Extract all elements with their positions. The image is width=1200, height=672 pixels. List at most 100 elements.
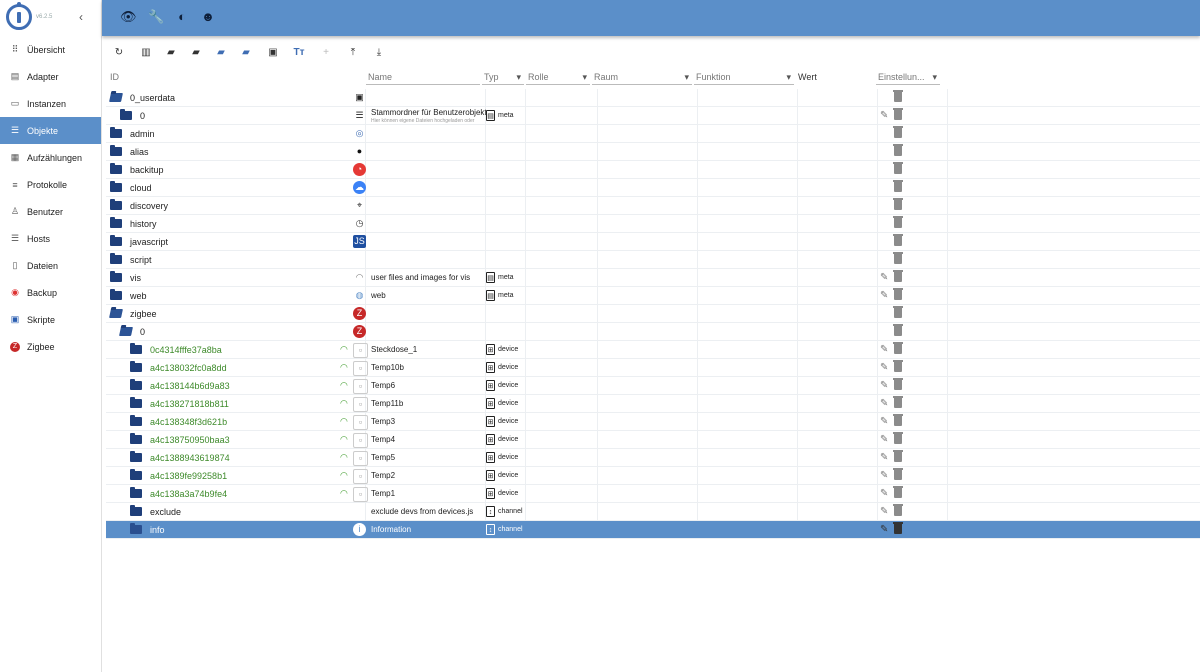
- delete-icon[interactable]: [893, 432, 903, 444]
- table-row[interactable]: 0_userdata ▣: [106, 89, 1200, 107]
- object-id[interactable]: backitup: [130, 161, 164, 179]
- chevron-left-icon[interactable]: ‹: [79, 10, 83, 24]
- sidebar-item-übersicht[interactable]: ⠿ Übersicht: [0, 36, 101, 63]
- object-id[interactable]: a4c138750950baa3: [150, 431, 230, 449]
- expert-mode-icon[interactable]: ☻: [201, 10, 215, 24]
- column-einstellungen[interactable]: Einstellun...: [876, 69, 940, 85]
- delete-icon[interactable]: [893, 468, 903, 480]
- column-raum[interactable]: Raum: [592, 69, 692, 85]
- table-row[interactable]: backitup ◔: [106, 161, 1200, 179]
- table-row[interactable]: a4c1389fe99258b1 ◠ ▫ Temp2 ⊞ device ✎: [106, 467, 1200, 485]
- object-id[interactable]: a4c1389fe99258b1: [150, 467, 227, 485]
- sidebar-item-dateien[interactable]: ▯ Dateien: [0, 252, 101, 279]
- object-id[interactable]: discovery: [130, 197, 168, 215]
- upload-icon[interactable]: ⤒: [347, 46, 359, 60]
- folder-icon[interactable]: [110, 217, 122, 228]
- object-id[interactable]: admin: [130, 125, 155, 143]
- delete-icon[interactable]: [893, 180, 903, 192]
- folder-open-icon[interactable]: [119, 327, 133, 336]
- object-id[interactable]: 0: [140, 107, 145, 125]
- edit-icon[interactable]: ✎: [880, 110, 888, 121]
- column-typ[interactable]: Typ: [482, 69, 524, 85]
- folder-icon[interactable]: [110, 181, 122, 192]
- sidebar-item-benutzer[interactable]: ♙ Benutzer: [0, 198, 101, 225]
- sidebar-item-hosts[interactable]: ☰ Hosts: [0, 225, 101, 252]
- columns-icon[interactable]: ▥: [140, 46, 152, 60]
- folder-icon[interactable]: [130, 451, 142, 462]
- table-row[interactable]: a4c138750950baa3 ◠ ▫ Temp4 ⊞ device ✎: [106, 431, 1200, 449]
- delete-icon[interactable]: [893, 126, 903, 138]
- folder-icon[interactable]: [110, 235, 122, 246]
- folder-icon[interactable]: [130, 505, 142, 516]
- table-row[interactable]: web ◍ web ▤ meta ✎: [106, 287, 1200, 305]
- folder-icon[interactable]: [130, 397, 142, 408]
- object-id[interactable]: zigbee: [130, 305, 157, 323]
- edit-icon[interactable]: ✎: [880, 416, 888, 427]
- object-id[interactable]: a4c138348f3d621b: [150, 413, 227, 431]
- table-row[interactable]: javascript JS: [106, 233, 1200, 251]
- object-id[interactable]: 0: [140, 323, 145, 341]
- table-row[interactable]: a4c1388943619874 ◠ ▫ Temp5 ⊞ device ✎: [106, 449, 1200, 467]
- folder-icon[interactable]: [110, 253, 122, 264]
- delete-icon[interactable]: [893, 450, 903, 462]
- delete-icon[interactable]: [893, 342, 903, 354]
- wrench-icon[interactable]: 🔧: [148, 10, 164, 24]
- delete-icon[interactable]: [893, 216, 903, 228]
- sidebar-item-instanzen[interactable]: ▭ Instanzen: [0, 90, 101, 117]
- edit-icon[interactable]: ✎: [880, 290, 888, 301]
- column-wert[interactable]: Wert: [796, 69, 874, 85]
- edit-icon[interactable]: ✎: [880, 452, 888, 463]
- table-row[interactable]: a4c138271818b811 ◠ ▫ Temp11b ⊞ device ✎: [106, 395, 1200, 413]
- folder-icon[interactable]: [110, 289, 122, 300]
- edit-icon[interactable]: ✎: [880, 506, 888, 517]
- object-id[interactable]: web: [130, 287, 147, 305]
- add-icon[interactable]: +: [320, 46, 332, 60]
- folder-icon[interactable]: [110, 127, 122, 138]
- sidebar-item-backup[interactable]: ◉ Backup: [0, 279, 101, 306]
- delete-icon[interactable]: [893, 486, 903, 498]
- table-row[interactable]: info i Information ↕ channel ✎: [106, 521, 1200, 539]
- delete-icon[interactable]: [893, 90, 903, 102]
- table-row[interactable]: vis ◠ user files and images for vis ▤ meta ✎: [106, 269, 1200, 287]
- edit-icon[interactable]: ✎: [880, 524, 888, 535]
- folder-icon[interactable]: [110, 145, 122, 156]
- delete-icon[interactable]: [893, 234, 903, 246]
- folder-icon[interactable]: [130, 415, 142, 426]
- edit-icon[interactable]: ✎: [880, 398, 888, 409]
- delete-icon[interactable]: [893, 288, 903, 300]
- table-row[interactable]: a4c138348f3d621b ◠ ▫ Temp3 ⊞ device ✎: [106, 413, 1200, 431]
- delete-icon[interactable]: [893, 252, 903, 264]
- edit-icon[interactable]: ✎: [880, 380, 888, 391]
- sidebar-item-zigbee[interactable]: Z Zigbee: [0, 333, 101, 360]
- table-row[interactable]: a4c138032fc0a8dd ◠ ▫ Temp10b ⊞ device ✎: [106, 359, 1200, 377]
- table-row[interactable]: discovery ⌖: [106, 197, 1200, 215]
- table-row[interactable]: cloud ☁: [106, 179, 1200, 197]
- object-id[interactable]: a4c138032fc0a8dd: [150, 359, 227, 377]
- download-icon[interactable]: ⤓: [373, 46, 385, 60]
- folder-icon[interactable]: [130, 379, 142, 390]
- delete-icon[interactable]: [893, 378, 903, 390]
- object-id[interactable]: info: [150, 521, 165, 539]
- expand-level-icon[interactable]: ▣: [267, 46, 279, 60]
- object-id[interactable]: a4c138144b6d9a83: [150, 377, 230, 395]
- folder-expand-icon[interactable]: ▰: [215, 46, 227, 60]
- table-row[interactable]: 0 ☰ Stammordner für Benutzerobjekte Hier kö…: [106, 107, 1200, 125]
- column-id[interactable]: ID: [108, 69, 366, 85]
- object-id[interactable]: cloud: [130, 179, 152, 197]
- table-row[interactable]: a4c138144b6d9a83 ◠ ▫ Temp6 ⊞ device ✎: [106, 377, 1200, 395]
- folder-icon[interactable]: [130, 469, 142, 480]
- folder-icon[interactable]: [130, 433, 142, 444]
- sidebar-item-adapter[interactable]: ▤ Adapter: [0, 63, 101, 90]
- table-row[interactable]: exclude exclude devs from devices.js ↕ chan…: [106, 503, 1200, 521]
- object-id[interactable]: a4c1388943619874: [150, 449, 230, 467]
- column-rolle[interactable]: Rolle: [526, 69, 590, 85]
- folder-icon[interactable]: [110, 199, 122, 210]
- folder-open-icon[interactable]: ▰: [165, 46, 177, 60]
- table-row[interactable]: alias ●: [106, 143, 1200, 161]
- folder-icon[interactable]: [110, 271, 122, 282]
- delete-icon[interactable]: [893, 144, 903, 156]
- object-id[interactable]: script: [130, 251, 152, 269]
- delete-icon[interactable]: [893, 162, 903, 174]
- object-id[interactable]: 0_userdata: [130, 89, 175, 107]
- table-row[interactable]: 0Z: [106, 323, 1200, 341]
